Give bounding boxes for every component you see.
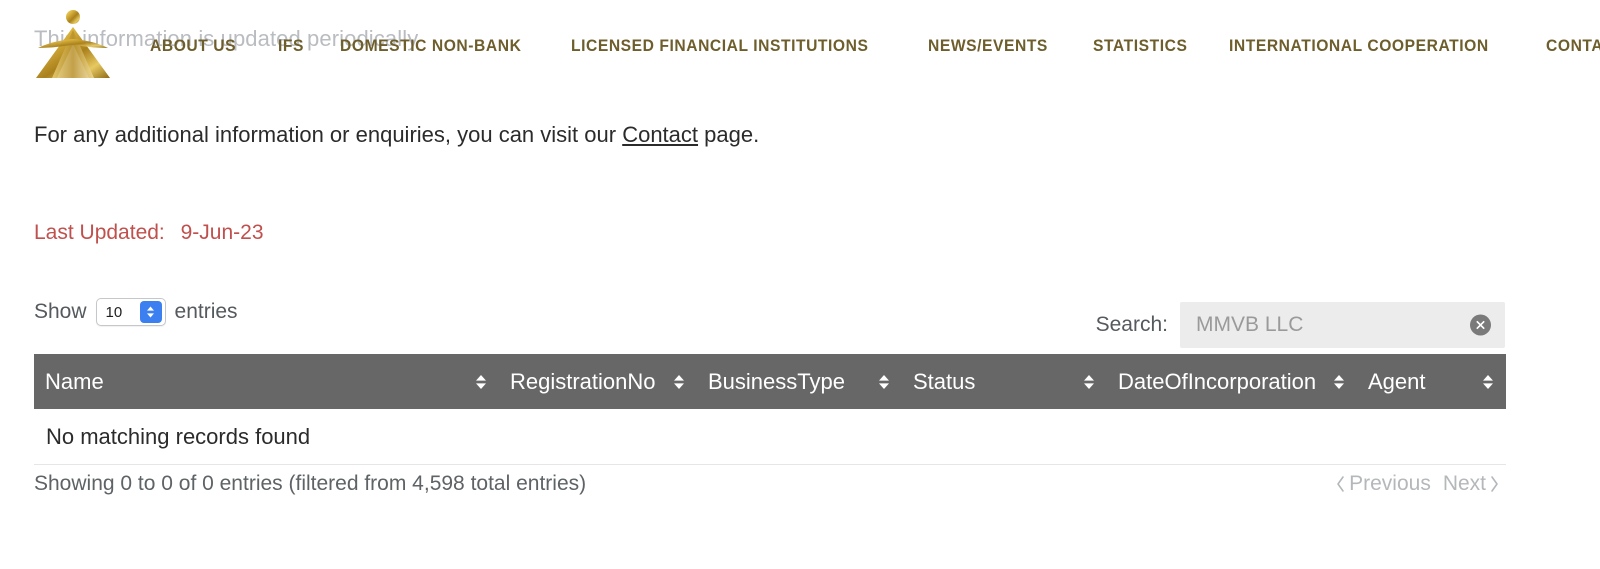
column-label: BusinessType bbox=[708, 368, 845, 394]
search-input[interactable]: MMVB LLC bbox=[1180, 302, 1505, 348]
previous-page-button[interactable]: Previous bbox=[1329, 472, 1437, 496]
table-length-control: Show 10 entries bbox=[34, 298, 238, 326]
last-updated-label: Last Updated: bbox=[34, 221, 165, 244]
column-header-status[interactable]: Status bbox=[902, 354, 1107, 409]
nav-item-international-cooperation[interactable]: INTERNATIONAL COOPERATION bbox=[1229, 36, 1489, 56]
previous-label: Previous bbox=[1349, 472, 1431, 495]
chevron-right-icon bbox=[1489, 475, 1500, 493]
paragraph-text-after: page. bbox=[698, 122, 760, 147]
table-header-row: Name RegistrationNo BusinessType Status … bbox=[34, 354, 1506, 409]
column-header-registrationno[interactable]: RegistrationNo bbox=[499, 354, 697, 409]
sort-both-icon[interactable] bbox=[1332, 372, 1346, 392]
sort-both-icon[interactable] bbox=[1481, 372, 1495, 392]
column-header-name[interactable]: Name bbox=[34, 354, 499, 409]
sort-both-icon[interactable] bbox=[1082, 372, 1096, 392]
table-pagination: Previous Next bbox=[1329, 472, 1506, 496]
search-input-value: MMVB LLC bbox=[1196, 313, 1304, 336]
table-empty-message: No matching records found bbox=[34, 409, 1506, 465]
last-updated: Last Updated: 9-Jun-23 bbox=[34, 221, 264, 245]
column-label: DateOfIncorporation bbox=[1118, 368, 1317, 394]
stepper-arrows-icon[interactable] bbox=[139, 301, 162, 323]
clear-search-icon[interactable] bbox=[1470, 314, 1491, 336]
next-label: Next bbox=[1442, 472, 1486, 495]
paragraph-text-before: For any additional information or enquir… bbox=[34, 122, 623, 147]
column-label: Agent bbox=[1368, 368, 1426, 394]
fsa-pyramid-logo[interactable] bbox=[32, 6, 114, 84]
page-length-select[interactable]: 10 bbox=[95, 298, 166, 326]
contact-link[interactable]: Contact bbox=[622, 122, 698, 147]
page-length-value: 10 bbox=[105, 303, 123, 321]
sort-both-icon[interactable] bbox=[474, 372, 488, 392]
nav-item-ifs[interactable]: IFS bbox=[278, 36, 304, 56]
table-footer: Showing 0 to 0 of 0 entries (filtered fr… bbox=[34, 472, 1506, 496]
main-navigation[interactable]: ABOUT US IFS DOMESTIC NON-BANK LICENSED … bbox=[150, 32, 1600, 60]
column-label: Name bbox=[45, 368, 104, 394]
site-header: This information is updated periodically bbox=[0, 0, 1600, 90]
last-updated-value: 9-Jun-23 bbox=[180, 221, 264, 244]
table-info: Showing 0 to 0 of 0 entries (filtered fr… bbox=[34, 472, 587, 495]
column-header-agent[interactable]: Agent bbox=[1357, 354, 1506, 409]
table-search-control: Search: MMVB LLC bbox=[1096, 302, 1505, 348]
sort-both-icon[interactable] bbox=[672, 372, 686, 392]
column-header-dateofincorporation[interactable]: DateOfIncorporation bbox=[1107, 354, 1357, 409]
entries-label: entries bbox=[174, 300, 238, 323]
search-label: Search: bbox=[1095, 313, 1168, 336]
registry-table: Name RegistrationNo BusinessType Status … bbox=[34, 354, 1506, 465]
sort-both-icon[interactable] bbox=[877, 372, 891, 392]
show-label: Show bbox=[34, 300, 87, 323]
nav-item-statistics[interactable]: STATISTICS bbox=[1093, 36, 1187, 56]
column-label: RegistrationNo bbox=[510, 368, 656, 394]
additional-info-paragraph: For any additional information or enquir… bbox=[34, 122, 759, 148]
chevron-left-icon bbox=[1335, 475, 1346, 493]
nav-item-news-events[interactable]: NEWS/EVENTS bbox=[928, 36, 1048, 56]
column-label: Status bbox=[913, 368, 976, 394]
nav-item-about-us[interactable]: ABOUT US bbox=[150, 36, 236, 56]
nav-item-contact-us[interactable]: CONTACT US bbox=[1546, 36, 1600, 56]
column-header-businesstype[interactable]: BusinessType bbox=[697, 354, 902, 409]
next-page-button[interactable]: Next bbox=[1437, 472, 1506, 496]
nav-item-licensed-financial-institutions[interactable]: LICENSED FINANCIAL INSTITUTIONS bbox=[571, 36, 868, 56]
nav-item-domestic-non-bank[interactable]: DOMESTIC NON-BANK bbox=[340, 36, 521, 56]
